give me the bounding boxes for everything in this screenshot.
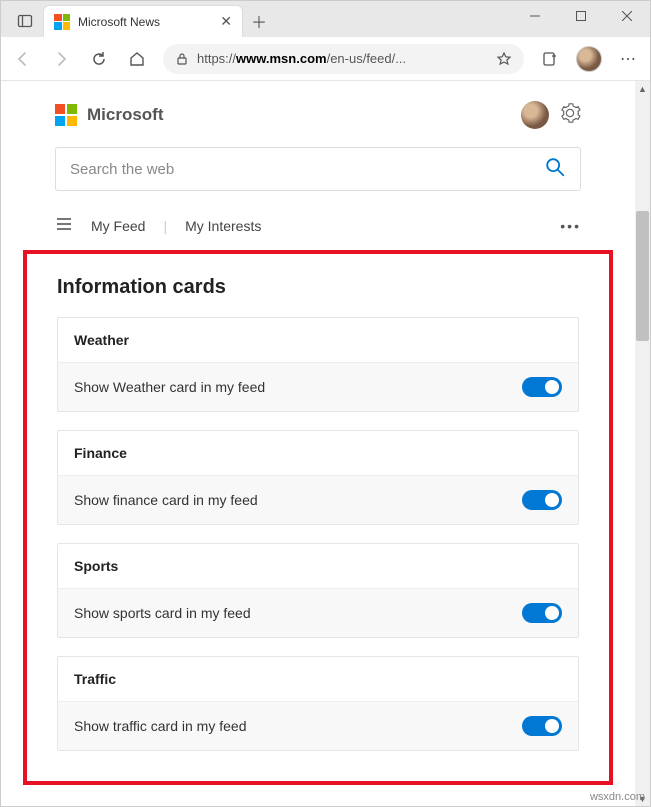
card-weather: Weather Show Weather card in my feed bbox=[57, 317, 579, 412]
hamburger-button[interactable] bbox=[55, 215, 73, 236]
card-traffic: Traffic Show traffic card in my feed bbox=[57, 656, 579, 751]
url-text: https://www.msn.com/en-us/feed/... bbox=[197, 51, 488, 66]
card-body: Show traffic card in my feed bbox=[58, 701, 578, 750]
card-label: Show Weather card in my feed bbox=[74, 379, 265, 395]
toggle-finance[interactable] bbox=[522, 490, 562, 510]
tab-favicon bbox=[54, 14, 70, 30]
collections-button[interactable] bbox=[538, 47, 562, 71]
lock-icon bbox=[175, 52, 189, 66]
browser-tab[interactable]: Microsoft News ✕ bbox=[43, 5, 243, 37]
tab-strip: Microsoft News ✕ ＋ bbox=[1, 1, 275, 37]
card-body: Show finance card in my feed bbox=[58, 475, 578, 524]
card-title: Weather bbox=[58, 318, 578, 362]
card-body: Show Weather card in my feed bbox=[58, 362, 578, 411]
maximize-button[interactable] bbox=[558, 1, 604, 31]
nav-my-feed[interactable]: My Feed bbox=[91, 218, 145, 234]
refresh-button[interactable] bbox=[87, 47, 111, 71]
viewport: Microsoft My Feed | My Interests bbox=[1, 81, 650, 806]
nav-divider: | bbox=[163, 218, 167, 234]
gear-icon bbox=[559, 102, 581, 124]
card-title: Sports bbox=[58, 544, 578, 588]
settings-button[interactable] bbox=[559, 102, 581, 129]
page-header: Microsoft bbox=[41, 101, 595, 129]
card-body: Show sports card in my feed bbox=[58, 588, 578, 637]
toggle-traffic[interactable] bbox=[522, 716, 562, 736]
tab-title: Microsoft News bbox=[78, 15, 212, 29]
toggle-sports[interactable] bbox=[522, 603, 562, 623]
scrollbar[interactable]: ▲ ▼ bbox=[635, 81, 650, 806]
forward-button[interactable] bbox=[49, 47, 73, 71]
card-label: Show finance card in my feed bbox=[74, 492, 258, 508]
search-box[interactable] bbox=[55, 147, 581, 191]
tab-actions-button[interactable] bbox=[7, 5, 43, 37]
nav-bar: My Feed | My Interests ••• bbox=[41, 205, 595, 250]
card-label: Show sports card in my feed bbox=[74, 605, 251, 621]
microsoft-logo-icon bbox=[55, 104, 77, 126]
scroll-thumb[interactable] bbox=[636, 211, 649, 341]
toolbar: https://www.msn.com/en-us/feed/... ⋯ bbox=[1, 37, 650, 81]
card-title: Traffic bbox=[58, 657, 578, 701]
address-bar[interactable]: https://www.msn.com/en-us/feed/... bbox=[163, 44, 524, 74]
search-icon bbox=[544, 156, 566, 178]
scroll-up-button[interactable]: ▲ bbox=[635, 81, 650, 96]
titlebar: Microsoft News ✕ ＋ bbox=[1, 1, 650, 37]
tab-close-button[interactable]: ✕ bbox=[220, 13, 232, 30]
card-sports: Sports Show sports card in my feed bbox=[57, 543, 579, 638]
search-input[interactable] bbox=[70, 161, 544, 178]
home-button[interactable] bbox=[125, 47, 149, 71]
new-tab-button[interactable]: ＋ bbox=[243, 5, 275, 37]
hamburger-icon bbox=[55, 215, 73, 233]
browser-window: Microsoft News ✕ ＋ https://www.msn.com/e… bbox=[0, 0, 651, 807]
close-window-button[interactable] bbox=[604, 1, 650, 31]
nav-my-interests[interactable]: My Interests bbox=[185, 218, 261, 234]
page-content: Microsoft My Feed | My Interests bbox=[1, 81, 635, 785]
nav-more-button[interactable]: ••• bbox=[560, 218, 581, 234]
card-title: Finance bbox=[58, 431, 578, 475]
toggle-weather[interactable] bbox=[522, 377, 562, 397]
card-label: Show traffic card in my feed bbox=[74, 718, 246, 734]
minimize-button[interactable] bbox=[512, 1, 558, 31]
profile-button[interactable] bbox=[576, 46, 602, 72]
tab-actions-icon bbox=[17, 13, 33, 29]
user-avatar[interactable] bbox=[521, 101, 549, 129]
favorite-icon[interactable] bbox=[496, 51, 512, 67]
menu-button[interactable]: ⋯ bbox=[616, 47, 640, 71]
watermark: wsxdn.com bbox=[590, 791, 645, 803]
card-finance: Finance Show finance card in my feed bbox=[57, 430, 579, 525]
section-title: Information cards bbox=[57, 276, 579, 299]
window-controls bbox=[512, 1, 650, 31]
highlight-box: Information cards Weather Show Weather c… bbox=[23, 250, 613, 785]
search-button[interactable] bbox=[544, 156, 566, 183]
back-button[interactable] bbox=[11, 47, 35, 71]
brand-text: Microsoft bbox=[87, 105, 511, 125]
